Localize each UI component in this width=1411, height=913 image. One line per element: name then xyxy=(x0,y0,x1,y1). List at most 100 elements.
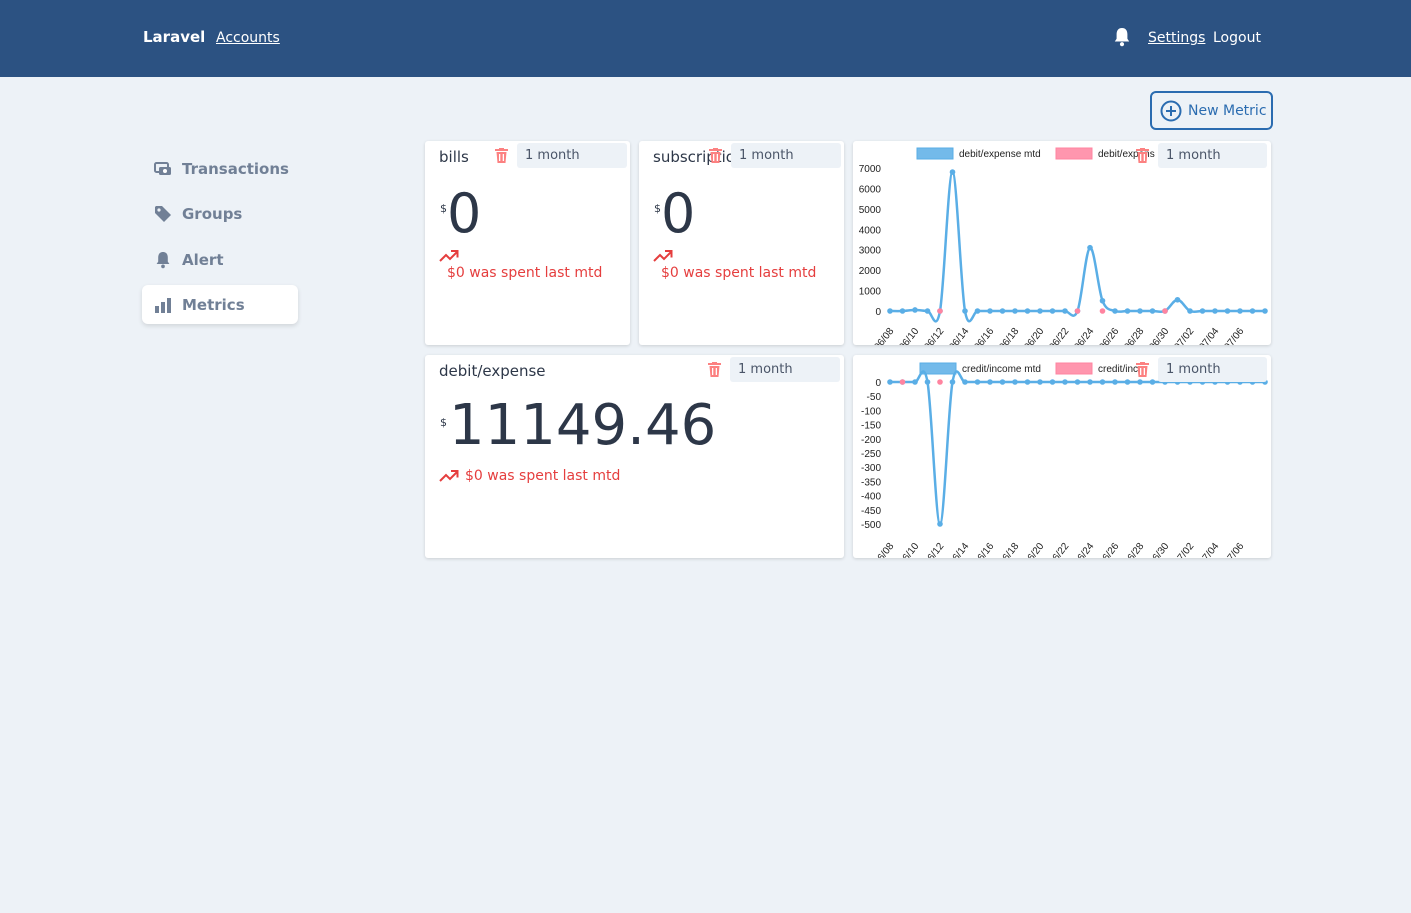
legend-item[interactable]: credit/inc xyxy=(1055,362,1138,375)
period-select[interactable]: 1 month xyxy=(731,143,841,168)
legend-item[interactable]: debit/expense mtd xyxy=(916,147,1041,160)
period-select[interactable]: 1 month xyxy=(1158,143,1267,168)
data-point[interactable] xyxy=(1087,244,1093,251)
notification-bell-icon[interactable] xyxy=(1113,27,1131,47)
data-point[interactable] xyxy=(924,379,931,385)
period-select[interactable]: 1 month xyxy=(730,357,840,382)
period-select[interactable]: 1 month xyxy=(517,143,627,168)
trash-icon[interactable] xyxy=(495,148,508,163)
data-point[interactable] xyxy=(1074,308,1081,314)
data-point[interactable] xyxy=(1237,308,1243,314)
series-line xyxy=(889,170,1265,323)
x-tick-label: 06/14 xyxy=(947,326,971,345)
logout-link[interactable]: Logout xyxy=(1213,30,1261,46)
x-tick-label: 06/08 xyxy=(872,326,896,345)
data-point[interactable] xyxy=(912,307,918,313)
data-point[interactable] xyxy=(1049,379,1056,385)
new-metric-button[interactable]: New Metric xyxy=(1150,91,1273,130)
trash-icon[interactable] xyxy=(709,148,722,163)
sidebar-item-metrics[interactable]: Metrics xyxy=(142,285,298,324)
data-point[interactable] xyxy=(1062,379,1068,385)
tag-icon xyxy=(154,205,172,223)
x-tick-label: 06/28 xyxy=(1122,541,1146,558)
data-point[interactable] xyxy=(899,379,906,385)
brand-logo[interactable]: Laravel xyxy=(143,28,205,46)
legend-label: credit/income mtd xyxy=(962,364,1041,375)
data-point[interactable] xyxy=(1174,296,1181,303)
data-point[interactable] xyxy=(1099,308,1106,314)
x-tick-label: 07/02 xyxy=(1172,326,1196,345)
card-title: debit/expense xyxy=(439,362,546,380)
data-point[interactable] xyxy=(1149,379,1156,385)
data-point[interactable] xyxy=(1012,379,1018,385)
data-point[interactable] xyxy=(1024,379,1031,385)
data-point[interactable] xyxy=(1037,308,1043,314)
spend-note: $0 was spent last mtd xyxy=(465,468,621,484)
bell-icon xyxy=(154,251,172,269)
settings-link[interactable]: Settings xyxy=(1148,30,1205,46)
period-select[interactable]: 1 month xyxy=(1158,357,1267,382)
data-point[interactable] xyxy=(1049,308,1056,314)
data-point[interactable] xyxy=(1112,379,1118,385)
y-tick-label: 6000 xyxy=(859,184,882,195)
data-point[interactable] xyxy=(1212,308,1218,314)
data-point[interactable] xyxy=(1149,308,1156,314)
plus-circle-icon xyxy=(1160,100,1182,121)
metric-card-subscriptions: subscriptio 1 month $ 0 $0 was spent las… xyxy=(639,141,844,345)
data-point[interactable] xyxy=(1062,308,1068,314)
data-point[interactable] xyxy=(987,379,993,385)
data-point[interactable] xyxy=(1099,379,1106,385)
data-point[interactable] xyxy=(1137,308,1143,314)
data-point[interactable] xyxy=(1187,308,1193,314)
data-point[interactable] xyxy=(899,308,906,314)
data-point[interactable] xyxy=(1249,308,1256,314)
data-point[interactable] xyxy=(1074,379,1081,385)
series-line xyxy=(889,370,1265,526)
accounts-link[interactable]: Accounts xyxy=(216,30,280,46)
data-point[interactable] xyxy=(1112,308,1118,314)
data-point[interactable] xyxy=(924,308,931,314)
data-point[interactable] xyxy=(937,379,943,385)
data-point[interactable] xyxy=(974,308,981,314)
data-point[interactable] xyxy=(1012,308,1018,314)
data-point[interactable] xyxy=(974,379,981,385)
data-point[interactable] xyxy=(999,308,1006,314)
top-navbar: Laravel Accounts Settings Logout xyxy=(0,0,1411,77)
data-point[interactable] xyxy=(1262,308,1268,314)
data-point[interactable] xyxy=(1124,379,1131,385)
data-point[interactable] xyxy=(1224,308,1231,314)
data-point[interactable] xyxy=(1162,308,1168,314)
y-tick-label: -200 xyxy=(861,435,881,446)
data-point[interactable] xyxy=(1087,379,1093,385)
sidebar-item-groups[interactable]: Groups xyxy=(142,194,298,233)
data-point[interactable] xyxy=(962,308,968,314)
x-tick-label: 06/12 xyxy=(922,541,946,558)
data-point[interactable] xyxy=(912,379,918,385)
data-point[interactable] xyxy=(949,379,956,385)
y-tick-label: -50 xyxy=(867,392,882,403)
trash-icon[interactable] xyxy=(1136,362,1149,377)
x-tick-label: 06/12 xyxy=(922,326,946,345)
data-point[interactable] xyxy=(1037,379,1043,385)
data-point[interactable] xyxy=(1124,308,1131,314)
y-tick-label: 0 xyxy=(875,307,881,318)
data-point[interactable] xyxy=(1024,308,1031,314)
data-point[interactable] xyxy=(987,308,993,314)
data-point[interactable] xyxy=(937,308,943,314)
y-tick-label: 3000 xyxy=(859,246,882,257)
data-point[interactable] xyxy=(1099,297,1106,304)
data-point[interactable] xyxy=(962,379,968,385)
data-point[interactable] xyxy=(1137,379,1143,385)
data-point[interactable] xyxy=(937,521,943,527)
sidebar-item-alert[interactable]: Alert xyxy=(142,240,298,279)
trash-icon[interactable] xyxy=(1136,148,1149,163)
legend-item[interactable]: credit/income mtd xyxy=(919,362,1041,375)
data-point[interactable] xyxy=(999,379,1006,385)
trash-icon[interactable] xyxy=(708,362,721,377)
data-point[interactable] xyxy=(949,169,956,175)
data-point[interactable] xyxy=(887,308,893,314)
x-tick-label: 06/24 xyxy=(1072,541,1096,558)
sidebar-item-transactions[interactable]: Transactions xyxy=(142,149,298,188)
data-point[interactable] xyxy=(887,379,893,385)
data-point[interactable] xyxy=(1199,308,1206,314)
